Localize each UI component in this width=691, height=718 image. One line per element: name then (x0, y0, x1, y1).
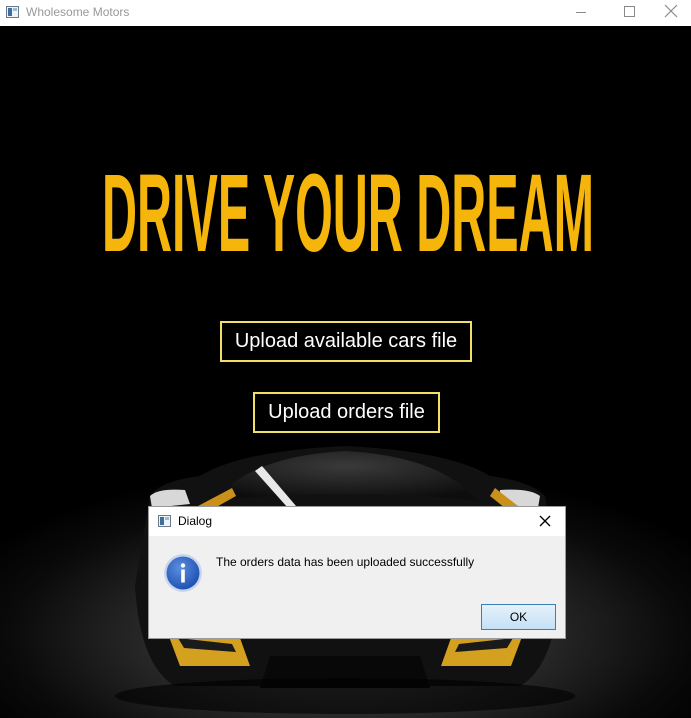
info-dialog: Dialog The orders data has been uploaded… (148, 506, 566, 639)
dialog-app-icon (158, 515, 171, 527)
window-titlebar: Wholesome Motors (0, 0, 691, 26)
dialog-title: Dialog (178, 514, 213, 528)
close-window-button[interactable] (648, 0, 691, 26)
headline-text: Drive your dream (102, 152, 594, 263)
headline-logo: Drive your dream (102, 152, 594, 263)
maximize-button[interactable] (604, 0, 650, 26)
info-icon (164, 554, 202, 592)
window-title: Wholesome Motors (26, 5, 130, 19)
minimize-button[interactable] (554, 0, 600, 26)
ok-button[interactable]: OK (481, 604, 556, 630)
dialog-close-icon[interactable] (537, 513, 553, 529)
upload-orders-button[interactable]: Upload orders file (253, 392, 440, 433)
minimize-icon (576, 12, 586, 13)
dialog-message: The orders data has been uploaded succes… (216, 555, 475, 569)
upload-available-cars-button[interactable]: Upload available cars file (220, 321, 472, 362)
app-icon (6, 6, 19, 18)
close-icon (664, 4, 678, 18)
maximize-icon (624, 6, 635, 17)
dialog-titlebar: Dialog (149, 507, 565, 536)
